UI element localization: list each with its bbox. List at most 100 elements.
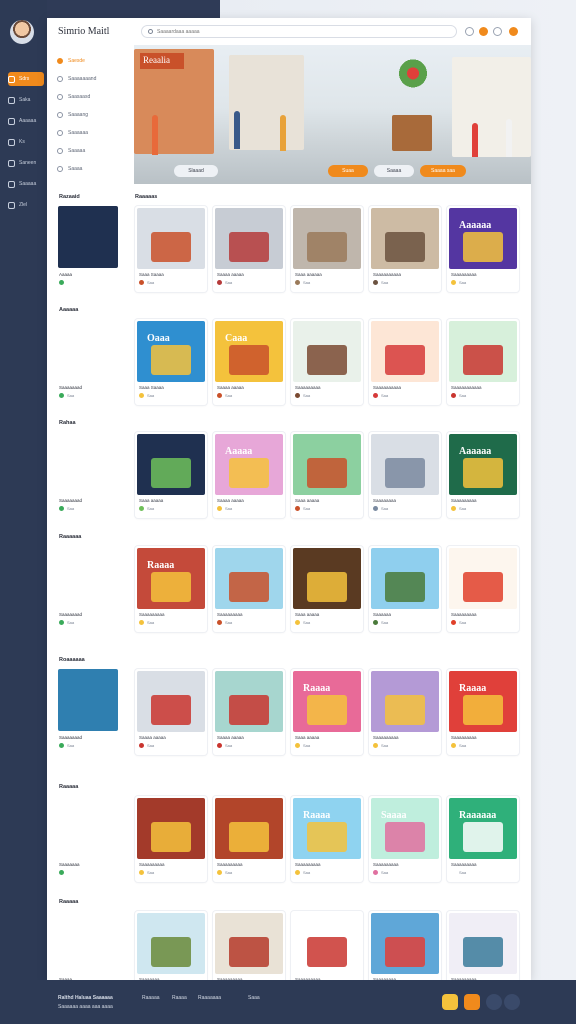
left-card[interactable]: Saaaaaaad Saa xyxy=(55,319,123,411)
rating-dot xyxy=(59,280,64,285)
product-card[interactable]: Saaaa aaaaa Saa xyxy=(135,669,207,755)
rating-dot xyxy=(295,743,300,748)
product-card[interactable]: Saaa aaaaa Saa xyxy=(291,546,363,632)
product-card[interactable]: SaaaaaaaaaSaa xyxy=(369,669,441,755)
product-card[interactable]: SaaaaaaaaSaa xyxy=(369,432,441,518)
product-image xyxy=(293,548,361,609)
sidebar-item[interactable]: Saaaa xyxy=(57,164,127,174)
product-graphic xyxy=(463,937,503,967)
rail-item[interactable]: Saaaaa xyxy=(8,177,44,191)
settings-icon[interactable] xyxy=(465,27,474,36)
sidebar-item[interactable]: Saaaang xyxy=(57,110,127,120)
footer-link[interactable]: Saaa xyxy=(248,995,260,1001)
rating-dot xyxy=(373,393,378,398)
product-meta-text: Saa xyxy=(303,743,311,748)
product-card[interactable]: Raaaaaa Saaaaaaaaa Saa xyxy=(447,796,519,882)
product-card[interactable]: SaaaaaaaaaSaa xyxy=(291,319,363,405)
user-menu-icon[interactable] xyxy=(493,27,502,36)
product-card[interactable]: Saaaa aaaaa Saa xyxy=(213,206,285,292)
product-card[interactable]: Caaa Saaaa aaaaa Saa xyxy=(213,319,285,405)
product-card[interactable]: Saaa aaaaa Saa xyxy=(135,432,207,518)
hero-banner[interactable]: Reaalia Slaaad Suaa Saaaa Saaaa saa xyxy=(134,45,531,184)
left-card[interactable]: Saaaaaaad Saa xyxy=(55,669,123,761)
rail-item[interactable]: Ks xyxy=(8,135,44,149)
product-image xyxy=(449,548,517,609)
product-card[interactable]: Saaaa aaaaa Saa xyxy=(213,669,285,755)
cart-icon[interactable] xyxy=(509,27,518,36)
product-meta: Saa xyxy=(139,620,154,625)
sidebar-item[interactable]: Saesde xyxy=(57,56,127,66)
product-meta: Saa xyxy=(295,620,310,625)
product-card[interactable]: SaaaaaaaaaSaa xyxy=(447,546,519,632)
product-card[interactable]: Saaa Saaaa Saa xyxy=(135,206,207,292)
footer-app-icon[interactable] xyxy=(486,994,502,1010)
product-card[interactable]: Raaaa Saaa aaaaa Saa xyxy=(291,669,363,755)
product-card[interactable]: SaaaaaaaaSaa xyxy=(369,911,441,990)
search-bar[interactable] xyxy=(141,25,457,38)
product-card[interactable]: SaaaaaaaaaSaa xyxy=(291,911,363,990)
avatar[interactable] xyxy=(10,20,34,44)
product-title: Saaaaaaaaaaa xyxy=(451,385,482,390)
product-image: Raaaa xyxy=(449,671,517,732)
product-card[interactable]: Saaaaaaaaaaa Saa xyxy=(447,319,519,405)
left-card-meta: Saa xyxy=(67,393,75,398)
product-card[interactable]: SaaaaaaaaaSaa xyxy=(213,911,285,990)
hero-button-primary[interactable]: Slaaad xyxy=(174,165,218,177)
hero-button-quaternary[interactable]: Saaaa saa xyxy=(420,165,466,177)
product-image-label: Caaa xyxy=(225,333,248,344)
notifications-icon[interactable] xyxy=(479,27,488,36)
product-card[interactable]: Raaaa Saaaaaaaaa Saa xyxy=(447,669,519,755)
left-card[interactable]: Aaaaa xyxy=(55,206,123,298)
product-title: Saaaa aaaaa xyxy=(217,385,244,390)
rail-item[interactable]: Saka xyxy=(8,93,44,107)
sidebar-item[interactable]: Saasaasd xyxy=(57,92,127,102)
product-card[interactable]: Saaaa Saaaaaaaaa Saa xyxy=(369,796,441,882)
product-card[interactable]: SaaaaaaaaaSaa xyxy=(447,911,519,990)
rail-item[interactable]: Aaaaaa xyxy=(8,114,44,128)
product-card[interactable]: Saaa aaaaa Saa xyxy=(291,432,363,518)
product-image-label: Raaaa xyxy=(459,683,487,694)
hero-button-tertiary[interactable]: Saaaa xyxy=(374,165,414,177)
product-card[interactable]: SaaaaaaaaaSaa xyxy=(213,796,285,882)
product-card[interactable]: Raaaa Saaaaaaaaa Saa xyxy=(135,546,207,632)
product-card[interactable]: Saaaaaaaaaa Saa xyxy=(369,206,441,292)
left-card[interactable]: Saaaaaaad Saa xyxy=(55,432,123,524)
product-card[interactable]: Aaaaaa Saaaaaaaaa Saa xyxy=(447,432,519,518)
footer-link[interactable]: Raaaa xyxy=(172,995,187,1001)
product-card[interactable]: SaaaaaaaSaa xyxy=(135,911,207,990)
sidebar-item[interactable]: Saaaaaaand xyxy=(57,74,127,84)
rail-item-label: Saka xyxy=(19,97,31,103)
product-card[interactable]: Aaaaa Saaaa aaaaa Saa xyxy=(213,432,285,518)
footer-app-icon[interactable] xyxy=(442,994,458,1010)
product-graphic xyxy=(151,232,191,262)
product-meta: Saa xyxy=(451,870,466,875)
product-graphic xyxy=(151,572,191,602)
rail-item[interactable]: Sdrs xyxy=(8,72,44,86)
product-card[interactable]: Aaaaaa Saaaaaaaaa Saa xyxy=(447,206,519,292)
app-window: Simrio Maitl Saesde Saaaaaaand Saasaasd Saa… xyxy=(47,18,531,1003)
hero-button-secondary[interactable]: Suaa xyxy=(328,165,368,177)
product-card[interactable]: Saaa aaaaaa Saa xyxy=(291,206,363,292)
product-meta-text: Saa xyxy=(381,620,389,625)
footer-app-icon[interactable] xyxy=(464,994,480,1010)
product-card[interactable]: Raaaa Saaaaaaaaa Saa xyxy=(291,796,363,882)
rail-item[interactable]: Zlel xyxy=(8,198,44,212)
sidebar-item[interactable]: Saaaaaa xyxy=(57,128,127,138)
product-title: Saaaaaaaaaa xyxy=(373,272,402,277)
product-card[interactable]: Saaaaaa Saa xyxy=(369,546,441,632)
product-card[interactable]: Oaaa Saaa Saaaa Saa xyxy=(135,319,207,405)
shopper xyxy=(152,115,158,155)
sidebar-item-label: Saesde xyxy=(68,58,85,64)
product-card[interactable]: SaaaaaaaaaSaa xyxy=(213,546,285,632)
product-card[interactable]: SaaaaaaaaaSaa xyxy=(135,796,207,882)
sidebar-item[interactable]: Saaaaa xyxy=(57,146,127,156)
footer-link[interactable]: Raaaaa xyxy=(142,995,160,1001)
nav-icon xyxy=(8,180,15,188)
search-input[interactable] xyxy=(157,28,437,35)
left-card[interactable]: Saaaaaaa xyxy=(55,796,123,888)
product-card[interactable]: Saaaaaaaaaa Saa xyxy=(369,319,441,405)
rail-item[interactable]: Saneen xyxy=(8,156,44,170)
footer-link[interactable]: Raaaaaaa xyxy=(198,995,221,1001)
left-card[interactable]: Saaaaaaad Saa xyxy=(55,546,123,638)
footer-app-icon[interactable] xyxy=(504,994,520,1010)
